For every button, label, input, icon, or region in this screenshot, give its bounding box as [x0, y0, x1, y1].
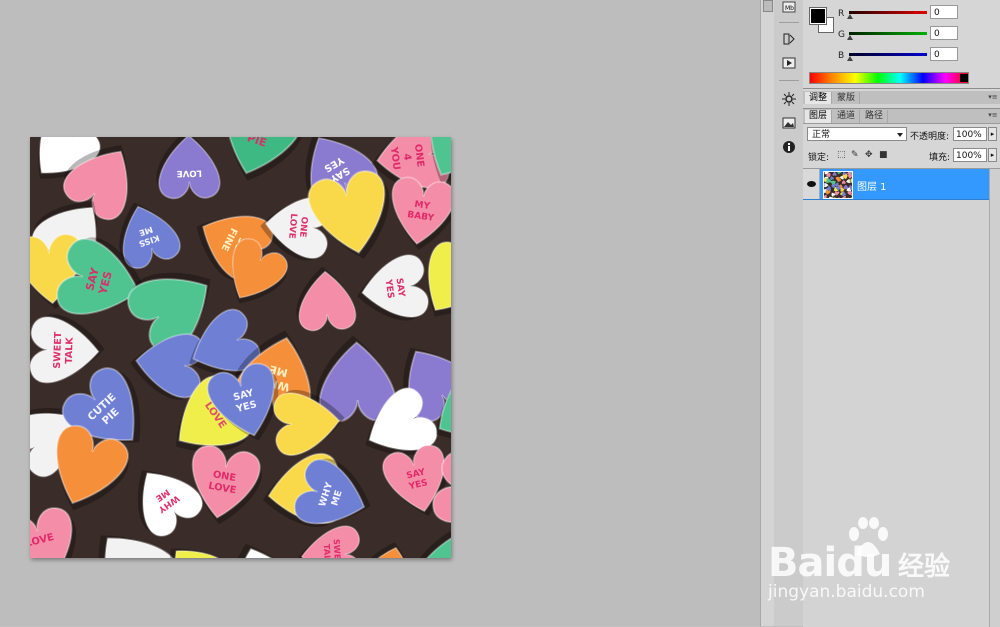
document-canvas-area[interactable]: LOVECUTIEPIESAYYESONE4YOUKISSMESOFINEONE…: [0, 0, 760, 626]
layers-panel-tabs: 图层 通道 路径 ▾≡: [803, 109, 1000, 124]
document-image[interactable]: LOVECUTIEPIESAYYESONE4YOUKISSMESOFINEONE…: [30, 137, 451, 558]
fill-field[interactable]: 100%: [953, 148, 987, 162]
spectrum-black-swatch[interactable]: [960, 74, 968, 82]
tab-channels[interactable]: 通道: [833, 110, 861, 123]
candy-text: TALK: [64, 337, 76, 365]
blue-slider-thumb[interactable]: [847, 56, 853, 61]
actions-icon[interactable]: [781, 56, 797, 70]
mini-bridge-icon[interactable]: [763, 0, 773, 12]
red-slider[interactable]: [849, 11, 927, 14]
watermark: Baidu 经验 jingyan.baidu.com: [768, 512, 1000, 612]
lock-move-icon[interactable]: ✥: [865, 151, 874, 160]
history-icon[interactable]: [781, 32, 797, 46]
dock-separator: [779, 22, 799, 23]
green-slider[interactable]: [849, 32, 927, 35]
svg-text:Mb: Mb: [785, 5, 794, 12]
candy-text: LOVE: [177, 167, 202, 177]
watermark-url: jingyan.baidu.com: [768, 582, 925, 602]
candy-hearts-photo: LOVECUTIEPIESAYYESONE4YOUKISSMESOFINEONE…: [30, 137, 451, 558]
red-slider-thumb[interactable]: [847, 14, 853, 19]
candy-text: ONE: [297, 216, 309, 238]
image-icon[interactable]: [781, 116, 797, 130]
info-icon[interactable]: [781, 140, 797, 154]
blend-mode-value: 正常: [812, 130, 831, 140]
watermark-brand: Baidu: [768, 540, 892, 586]
visibility-eye-icon[interactable]: [803, 169, 820, 199]
panel-menu-icon[interactable]: ▾≡: [988, 111, 998, 120]
opacity-arrow-icon[interactable]: ▸: [988, 127, 997, 141]
green-slider-thumb[interactable]: [847, 35, 853, 40]
blue-slider[interactable]: [849, 53, 927, 56]
fill-arrow-icon[interactable]: ▸: [988, 148, 997, 162]
opacity-label: 不透明度:: [910, 132, 950, 142]
tab-layers[interactable]: 图层: [805, 110, 833, 123]
red-value-field[interactable]: 0: [930, 5, 958, 19]
blue-value-field[interactable]: 0: [930, 47, 958, 61]
color-panel: R 0 G 0 B 0: [803, 0, 1000, 89]
lock-brush-icon[interactable]: ✎: [851, 151, 860, 160]
fill-label: 填充:: [929, 153, 951, 163]
dock-separator: [779, 80, 799, 81]
opacity-field[interactable]: 100%: [953, 127, 987, 141]
candy-text: TALK: [322, 544, 333, 558]
green-value-field[interactable]: 0: [930, 26, 958, 40]
candy-text: MY: [414, 200, 431, 212]
blue-channel-label: B: [838, 51, 845, 61]
panel-menu-icon[interactable]: ▾≡: [988, 93, 998, 102]
lock-all-icon[interactable]: ■: [879, 151, 888, 160]
candy-text: SWEET: [332, 539, 344, 558]
color-spectrum-bar[interactable]: [809, 72, 969, 84]
mini-bridge-icon[interactable]: Mb: [781, 0, 797, 14]
settings-icon[interactable]: [781, 92, 797, 106]
candy-text: SWEET: [52, 331, 64, 369]
tab-paths[interactable]: 路径: [861, 110, 889, 123]
lock-label: 锁定:: [808, 153, 830, 163]
lock-transparent-icon[interactable]: ⬚: [837, 151, 846, 160]
red-channel-label: R: [838, 9, 845, 19]
green-channel-label: G: [838, 30, 845, 40]
layer-thumbnail: [823, 171, 853, 199]
layer-row[interactable]: 图层 1: [803, 169, 990, 200]
watermark-cn: 经验: [898, 552, 951, 582]
chevron-down-icon: [897, 133, 903, 137]
blend-mode-select[interactable]: 正常: [807, 127, 907, 141]
foreground-color-swatch[interactable]: [809, 7, 827, 25]
layer-name: 图层 1: [857, 182, 887, 193]
